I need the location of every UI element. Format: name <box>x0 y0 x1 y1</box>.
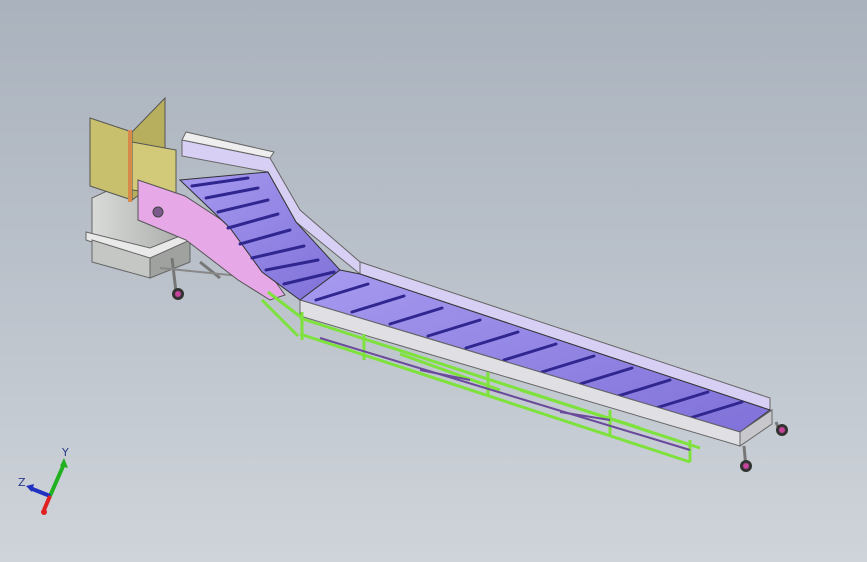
axis-triad: Y Z <box>18 446 69 515</box>
z-axis-arrow <box>29 486 51 498</box>
z-axis-label: Z <box>18 476 26 489</box>
y-axis-label: Y <box>61 446 69 459</box>
guard-panels <box>89 96 177 202</box>
y-axis-arrow <box>48 463 66 497</box>
x-axis-dot <box>41 509 47 515</box>
x-axis-arrow <box>42 495 52 511</box>
graphics-viewport[interactable]: Y Z <box>0 0 867 562</box>
conveyor-3d-model[interactable] <box>0 0 867 562</box>
